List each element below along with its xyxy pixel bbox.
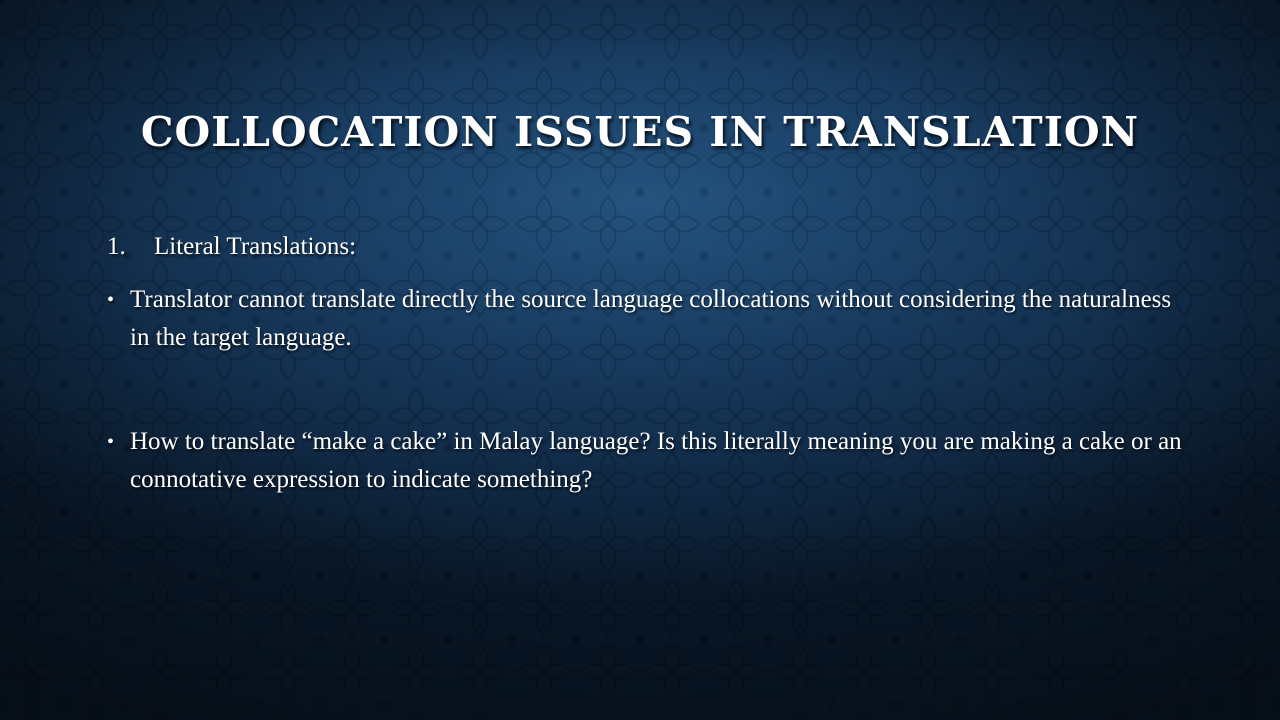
- slide-body: 1. Literal Translations: • Translator ca…: [107, 228, 1187, 499]
- slide-title: COLLOCATION ISSUES IN TRANSLATION: [140, 108, 1140, 156]
- bullet-marker: •: [107, 431, 115, 453]
- list-item-text: How to translate “make a cake” in Malay …: [130, 428, 1182, 493]
- numbered-item-literal-translations: 1. Literal Translations:: [107, 228, 1187, 266]
- list-number-marker: 1.: [107, 233, 126, 260]
- list-item-text: Literal Translations:: [154, 233, 357, 260]
- list-item-text: Translator cannot translate directly the…: [130, 286, 1172, 351]
- slide: COLLOCATION ISSUES IN TRANSLATION 1. Lit…: [0, 0, 1280, 720]
- bullet-item-translator-cannot: • Translator cannot translate directly t…: [107, 281, 1187, 357]
- bullet-item-make-a-cake: • How to translate “make a cake” in Mala…: [107, 423, 1187, 499]
- bullet-marker: •: [107, 289, 115, 311]
